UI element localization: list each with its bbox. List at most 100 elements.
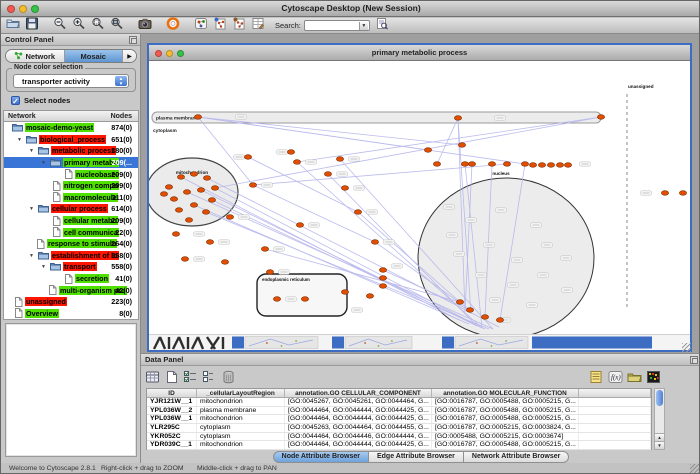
zoom-fit-icon[interactable] <box>91 17 105 34</box>
table-scrollbar[interactable]: ▲ ▼ <box>654 388 665 450</box>
net-overlay-a-icon[interactable] <box>213 17 227 34</box>
tree-row[interactable]: ▼metabolic process280(0) <box>4 145 138 157</box>
net-overlay-b-icon[interactable] <box>232 17 246 34</box>
plasma-membrane-region[interactable] <box>152 112 601 123</box>
tree-row[interactable]: Overview8(0) <box>4 308 138 320</box>
tree-row-label[interactable]: unassigned <box>25 297 67 306</box>
tree-row[interactable]: ▼cellular process614(0) <box>4 203 138 215</box>
table-cell[interactable]: [GO:0016787, GO:0005488, GO:0005215, G..… <box>432 407 579 415</box>
scroll-down-icon[interactable]: ▼ <box>655 441 664 449</box>
dropdown-stepper-icon[interactable]: ▲▼ <box>115 76 127 86</box>
tree-row[interactable]: cell communica22(0) <box>4 226 138 238</box>
camera-icon[interactable] <box>138 17 152 34</box>
table-cell[interactable]: [GO:0016787, GO:0005488, GO:0005215, G..… <box>432 415 579 423</box>
scroll-up-icon[interactable]: ▲ <box>655 433 664 441</box>
table-cell[interactable]: [GO:0045263, GO:0044464, GO:0044455, G..… <box>285 424 432 432</box>
column-header[interactable]: ID <box>147 389 197 397</box>
tree-row-label[interactable]: transport <box>63 262 97 271</box>
app-resize-grip[interactable] <box>690 464 700 474</box>
network-graph-svg[interactable]: plasma membranecytoplasmmitochondrionnuc… <box>149 62 690 334</box>
column-header[interactable]: _cellularLayoutRegion <box>197 389 285 397</box>
table-cell[interactable]: YKR052C <box>147 433 197 441</box>
table-cell[interactable]: [GO:0016787, GO:0005488, GO:0005215, G..… <box>432 398 579 406</box>
app-titlebar[interactable]: Cytoscape Desktop (New Session) <box>1 1 700 17</box>
tree-row[interactable]: ▼primary metabo209(... <box>4 157 138 169</box>
check-list2-icon[interactable] <box>202 370 217 384</box>
tree-row-label[interactable]: cellular process <box>51 204 108 213</box>
tree-row-label[interactable]: biological_process <box>39 135 106 144</box>
table-cell[interactable]: mitochondrion <box>197 415 285 423</box>
minimized-glyphs[interactable] <box>154 337 223 349</box>
tree-row-label[interactable]: secretion <box>75 274 109 283</box>
tree-row[interactable]: response to stimulu264(0) <box>4 238 138 250</box>
minimized-window-icon[interactable] <box>442 337 454 349</box>
tree-row[interactable]: ▼transport558(0) <box>4 261 138 273</box>
network-canvas[interactable]: plasma membranecytoplasmmitochondrionnuc… <box>149 62 690 334</box>
table-row[interactable]: YPL036W__1mitochondrion[GO:0044464, GO:0… <box>147 415 651 424</box>
tree-row[interactable]: secretion41(0) <box>4 273 138 285</box>
select-nodes-checkbox[interactable]: ✓ <box>11 96 20 105</box>
tree-row-label[interactable]: response to stimulu <box>47 239 117 248</box>
tree-row[interactable]: ▼establishment of lo558(0) <box>4 250 138 262</box>
tab-mosaic[interactable]: Mosaic <box>65 50 124 62</box>
page-search-icon[interactable] <box>375 17 389 34</box>
column-header[interactable]: annotation.GO MOLECULAR_FUNCTION <box>432 389 579 397</box>
table-row[interactable]: YPL036W__2plasma membrane[GO:0044464, GO… <box>147 407 651 416</box>
table-cell[interactable]: [GO:0044464, GO:0044444, GO:0044425, G..… <box>285 407 432 415</box>
table-row[interactable]: YDR039C__1mitochondrion[GO:0044464, GO:0… <box>147 441 651 450</box>
minimized-window-bar[interactable] <box>532 337 652 349</box>
table-row[interactable]: YLR295Ccytoplasm[GO:0045263, GO:0044464,… <box>147 424 651 433</box>
tab-network[interactable]: Network <box>6 50 65 62</box>
attribute-table-header[interactable]: ID_cellularLayoutRegionannotation.GO CEL… <box>147 389 651 398</box>
dock-svg[interactable] <box>149 335 690 350</box>
matrix-icon[interactable] <box>646 370 661 384</box>
float-panel-icon[interactable] <box>129 36 137 44</box>
table-cell[interactable]: [GO:0044464, GO:0044444, GO:0044425, G..… <box>285 415 432 423</box>
table-cell[interactable]: [GO:0045267, GO:0045261, GO:0044464, G..… <box>285 398 432 406</box>
table-cell[interactable]: [GO:0016787, GO:0005215, GO:0003824, G..… <box>432 424 579 432</box>
search-dropdown-icon[interactable]: ▼ <box>359 22 368 30</box>
notes-icon[interactable] <box>589 370 604 384</box>
node-color-dropdown[interactable]: transporter activity ▲▼ <box>13 74 129 88</box>
tab-node-attribute-browser[interactable]: Node Attribute Browser <box>273 451 369 463</box>
table-cell[interactable]: YJR121W__1 <box>147 398 197 406</box>
expand-arrow-icon[interactable]: ▼ <box>29 148 34 154</box>
edit-grid-icon[interactable] <box>251 17 265 34</box>
network-window[interactable]: primary metabolic process plasma membran… <box>147 43 692 352</box>
net-frame-icon[interactable] <box>194 17 208 34</box>
birds-eye-view[interactable] <box>5 323 137 457</box>
table-cell[interactable]: cytoplasm <box>197 424 285 432</box>
attribute-table[interactable]: ID_cellularLayoutRegionannotation.GO CEL… <box>146 388 652 450</box>
expand-arrow-icon[interactable]: ▼ <box>29 206 34 212</box>
scrollbar-thumb[interactable] <box>656 390 663 406</box>
tree-row[interactable]: nitrogen compo209(0) <box>4 180 138 192</box>
table-cell[interactable]: YPL036W__2 <box>147 407 197 415</box>
minimized-window-icon[interactable] <box>232 337 244 349</box>
tree-row-label[interactable]: cell communica <box>63 228 119 237</box>
tree-row-label[interactable]: Overview <box>25 309 59 318</box>
window-resize-grip[interactable] <box>682 343 691 352</box>
tree-row[interactable]: nucleobase-209(0) <box>4 168 138 180</box>
tree-row[interactable]: unassigned223(0) <box>4 296 138 308</box>
tab-overflow-arrow[interactable]: ▶ <box>123 50 136 62</box>
save-icon[interactable] <box>25 17 39 34</box>
check-list-icon[interactable] <box>183 370 198 384</box>
table-cell[interactable]: mitochondrion <box>197 398 285 406</box>
tree-row-label[interactable]: metabolic process <box>51 146 116 155</box>
open-folder-icon[interactable] <box>6 17 20 34</box>
table-cell[interactable]: [GO:0044464, GO:0044444, GO:0044425, G..… <box>285 441 432 449</box>
column-header[interactable]: annotation.GO CELLULAR_COMPONENT <box>285 389 432 397</box>
table-cell[interactable]: YPL036W__1 <box>147 415 197 423</box>
expand-arrow-icon[interactable]: ▼ <box>29 253 34 259</box>
new-page-icon[interactable] <box>164 370 179 384</box>
expand-arrow-icon[interactable]: ▼ <box>41 160 46 166</box>
tree-row-label[interactable]: primary metabo <box>63 158 119 167</box>
minimized-window-icon[interactable] <box>332 337 344 349</box>
table-cell[interactable]: plasma membrane <box>197 407 285 415</box>
tree-row-label[interactable]: macromolecule <box>63 193 118 202</box>
tree-row-label[interactable]: cellular metabo <box>63 216 118 225</box>
tab-edge-attribute-browser[interactable]: Edge Attribute Browser <box>369 451 464 463</box>
fx-icon[interactable]: f(x) <box>608 370 623 384</box>
table-cell[interactable]: YDR039C__1 <box>147 441 197 449</box>
table-cell[interactable]: [GO:0005488, GO:0005215, GO:0003674] <box>432 433 579 441</box>
